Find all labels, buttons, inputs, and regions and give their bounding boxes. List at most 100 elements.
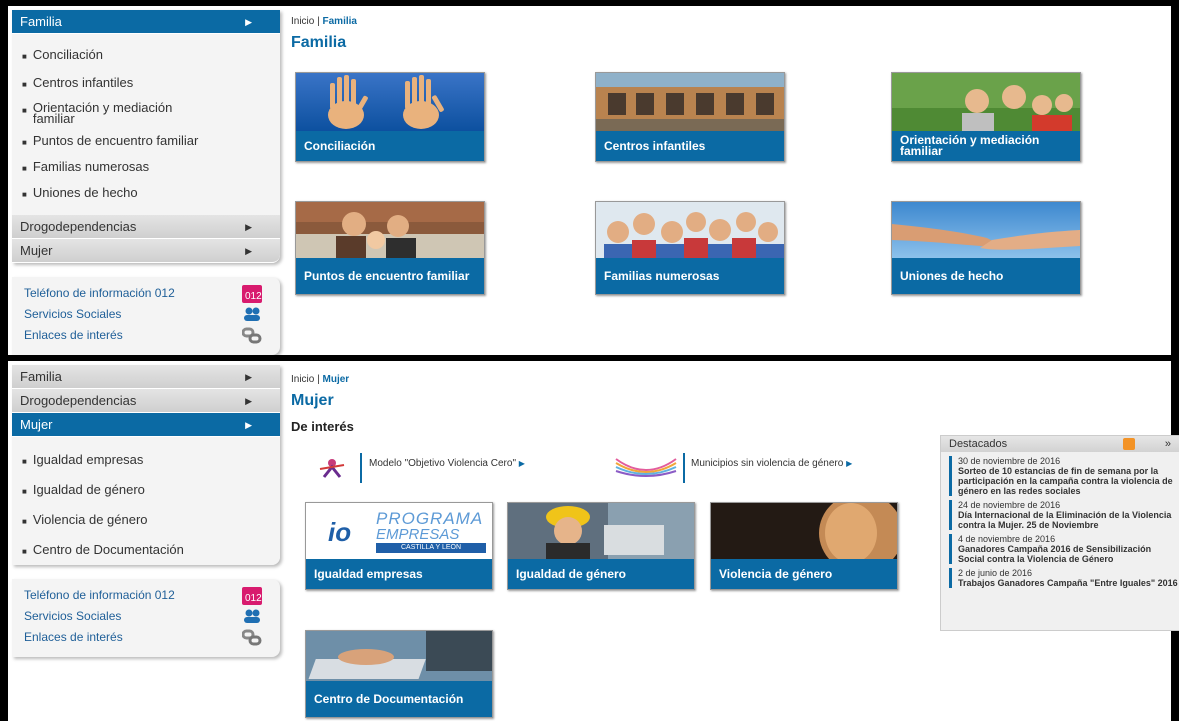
news-item[interactable]: 2 de junio de 2016 Trabajos Ganadores Ca…	[949, 568, 1179, 588]
menu-section-label: Drogodependencias	[20, 219, 137, 234]
arrow-right-icon: ▶	[518, 459, 525, 468]
bullet-icon: ■	[22, 487, 27, 496]
news-item[interactable]: 30 de noviembre de 2016 Sorteo de 10 est…	[949, 456, 1179, 496]
chevron-right-icon: ▶	[245, 222, 252, 232]
tile-label: Violencia de género	[711, 559, 897, 589]
quick-links: Teléfono de información 012 012 Servicio…	[12, 579, 280, 657]
news-title: Día Internacional de la Eliminación de l…	[958, 510, 1172, 530]
submenu: ■ Conciliación ■ Centros infantiles ■ Orien…	[12, 34, 280, 215]
double-chevron-right-icon[interactable]: »	[1165, 436, 1171, 452]
link-servicios-sociales[interactable]: Servicios Sociales	[24, 606, 270, 627]
submenu-item[interactable]: ■ Puntos de encuentro familiar	[12, 130, 280, 154]
submenu-item-label: Igualdad empresas	[32, 452, 144, 467]
hands-image	[296, 73, 484, 133]
link-servicios-sociales[interactable]: Servicios Sociales	[24, 304, 270, 325]
rss-icon[interactable]	[1123, 438, 1135, 450]
tile-conciliacion[interactable]: Conciliación	[295, 72, 485, 162]
tile-label: Igualdad de género	[508, 559, 694, 589]
link-enlaces-interes[interactable]: Enlaces de interés	[24, 627, 270, 648]
tile-label: Centros infantiles	[596, 131, 784, 161]
menu-section-familia[interactable]: Familia ▶	[12, 365, 280, 389]
destacados-header: Destacados »	[941, 436, 1179, 452]
news-item[interactable]: 4 de noviembre de 2016 Ganadores Campaña…	[949, 534, 1179, 564]
tile-label: Conciliación	[296, 131, 484, 161]
tile-uniones-hecho[interactable]: Uniones de hecho	[891, 201, 1081, 295]
bullet-icon: ■	[22, 106, 27, 115]
tile-igualdad-empresas[interactable]: io PROGRAMA EMPRESAS CASTILLA Y LEÓN Igu…	[305, 502, 493, 590]
menu-section-mujer[interactable]: Mujer ▶	[12, 413, 280, 437]
chevron-right-icon: ▶	[245, 17, 252, 27]
submenu-item[interactable]: ■ Conciliación	[12, 44, 280, 68]
bullet-icon: ■	[22, 164, 27, 173]
breadcrumb-home[interactable]: Inicio	[291, 16, 314, 27]
link-telefono-012[interactable]: Teléfono de información 012 012	[24, 283, 270, 304]
destacados-title: Destacados	[949, 438, 1008, 450]
tile-label: Centro de Documentación	[306, 681, 492, 717]
promo-link-municipios[interactable]: Municipios sin violencia de género ▶	[691, 458, 852, 469]
link-enlaces-interes[interactable]: Enlaces de interés	[24, 325, 270, 346]
submenu-item[interactable]: ■ Familias numerosas	[12, 156, 280, 180]
submenu-item[interactable]: ■ Centro de Documentación	[12, 539, 280, 563]
chevron-right-icon: ▶	[245, 396, 252, 406]
logo-text: CASTILLA Y LEÓN	[376, 543, 486, 553]
submenu-item[interactable]: ■ Orientación y mediación familiar	[12, 98, 212, 128]
tile-centros-infantiles[interactable]: Centros infantiles	[595, 72, 785, 162]
arrow-right-icon: ▶	[846, 459, 853, 468]
group-family-image	[596, 202, 784, 260]
submenu: ■ Igualdad empresas ■ Igualdad de género ■…	[12, 437, 280, 565]
link-label: Teléfono de información 012	[24, 286, 175, 300]
menu-section-mujer[interactable]: Mujer ▶	[12, 239, 280, 263]
submenu-item-label: Orientación y mediación familiar	[32, 100, 173, 126]
breadcrumb: Inicio | Familia	[291, 16, 357, 27]
divider	[683, 453, 685, 483]
tile-violencia-genero[interactable]: Violencia de género	[710, 502, 898, 590]
familia-screen: Familia ▶ ■ Conciliación ■ Centros infanti…	[0, 0, 1179, 355]
submenu-item-label: Igualdad de género	[32, 482, 145, 497]
menu-section-familia[interactable]: Familia ▶	[12, 10, 280, 34]
left-sidebar: Familia ▶ ■ Conciliación ■ Centros infanti…	[12, 10, 280, 355]
tile-familias-numerosas[interactable]: Familias numerosas	[595, 201, 785, 295]
news-title: Trabajos Ganadores Campaña "Entre Iguale…	[958, 578, 1178, 588]
news-item[interactable]: 24 de noviembre de 2016 Día Internaciona…	[949, 500, 1179, 530]
io-logo-mark: io	[328, 517, 352, 547]
mujer-screen: Familia ▶ Drogodependencias ▶ Mujer ▶ ■ I…	[0, 355, 1179, 721]
tile-igualdad-genero[interactable]: Igualdad de género	[507, 502, 695, 590]
menu-section-label: Familia	[20, 369, 62, 384]
menu-section-drogodependencias[interactable]: Drogodependencias ▶	[12, 389, 280, 413]
school-building-image	[596, 73, 784, 133]
holding-hands-image	[892, 202, 1080, 260]
logo-text: EMPRESAS	[376, 526, 460, 543]
tile-puntos-encuentro[interactable]: Puntos de encuentro familiar	[295, 201, 485, 295]
link-label: Teléfono de información 012	[24, 588, 175, 602]
family-image	[892, 73, 1080, 133]
menu-section-label: Familia	[20, 14, 62, 29]
chevron-right-icon: ▶	[245, 420, 252, 430]
submenu-item[interactable]: ■ Violencia de género	[12, 509, 280, 533]
submenu-item[interactable]: ■ Uniones de hecho	[12, 182, 280, 206]
page-title: Familia	[291, 34, 347, 51]
breadcrumb-home[interactable]: Inicio	[291, 374, 314, 385]
breadcrumb-current: Mujer	[322, 374, 350, 385]
submenu-item-label: Familias numerosas	[32, 159, 150, 174]
news-date: 24 de noviembre de 2016	[958, 500, 1061, 510]
news-title: Ganadores Campaña 2016 de Sensibilizació…	[958, 544, 1152, 564]
menu-section-drogodependencias[interactable]: Drogodependencias ▶	[12, 215, 280, 239]
submenu-item-label: Centros infantiles	[32, 75, 134, 90]
link-telefono-012[interactable]: Teléfono de información 012 012	[24, 585, 270, 606]
submenu-item[interactable]: ■ Igualdad empresas	[12, 449, 280, 473]
page-title: Mujer	[291, 392, 334, 409]
link-label: Enlaces de interés	[24, 630, 123, 644]
section-menu: Familia ▶ ■ Conciliación ■ Centros infanti…	[12, 10, 280, 263]
promo-link-violencia-cero[interactable]: Modelo "Objetivo Violencia Cero" ▶	[369, 458, 525, 469]
news-title: Sorteo de 10 estancias de fin de semana …	[958, 466, 1173, 496]
programa-empresas-logo: io PROGRAMA EMPRESAS CASTILLA Y LEÓN	[306, 503, 492, 561]
menu-section-label: Mujer	[20, 417, 53, 432]
news-date: 4 de noviembre de 2016	[958, 534, 1056, 544]
chain-link-icon	[241, 629, 262, 654]
submenu-item-label: Puntos de encuentro familiar	[32, 133, 199, 148]
submenu-item[interactable]: ■ Igualdad de género	[12, 479, 280, 503]
submenu-item-label: Centro de Documentación	[32, 542, 184, 557]
submenu-item[interactable]: ■ Centros infantiles	[12, 72, 280, 96]
tile-orientacion-mediacion[interactable]: Orientación y mediación familiar	[891, 72, 1081, 162]
tile-centro-documentacion[interactable]: Centro de Documentación	[305, 630, 493, 718]
